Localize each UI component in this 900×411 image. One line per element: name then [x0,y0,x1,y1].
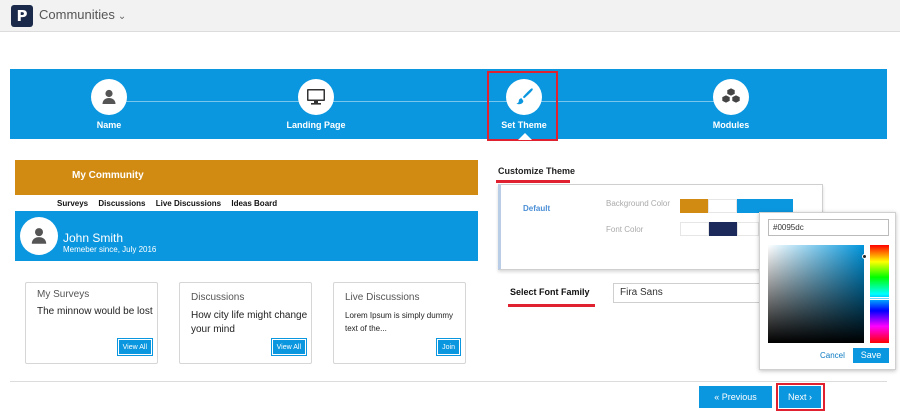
nav-link-live-discussions[interactable]: Live Discussions [156,199,221,208]
customize-theme-heading: Customize Theme [498,166,576,176]
theme-preset-default[interactable]: Default [523,204,550,213]
bg-swatch-blue[interactable] [737,199,793,213]
monitor-icon [307,89,325,105]
wizard-step-name[interactable]: Name [54,79,164,130]
app-title-label: Communities [39,7,115,22]
nav-link-surveys[interactable]: Surveys [57,199,88,208]
card-title: Live Discussions [345,292,420,303]
font-swatch-white-2[interactable] [737,222,759,236]
profile-member-since: Memeber since, July 2016 [63,245,157,254]
person-icon [31,228,47,244]
community-nav: Surveys Discussions Live Discussions Ide… [57,199,285,208]
cubes-icon [721,87,741,104]
active-step-highlight [487,71,558,141]
card-body: The minnow would be lost [37,306,153,317]
font-family-select[interactable]: Fira Sans [613,283,763,303]
app-title-dropdown[interactable]: Communities ⌄ [39,7,126,22]
nav-link-discussions[interactable]: Discussions [98,199,145,208]
active-step-caret [518,133,532,140]
wizard-step-label: Modules [712,120,750,130]
community-banner: My Community [15,160,478,195]
card-body: Lorem Ipsum is simply dummy text of the.… [345,311,454,333]
wizard-step-landing-page[interactable]: Landing Page [261,79,371,130]
step-circle [713,79,749,115]
next-button-highlight [776,383,825,411]
footer-divider [10,381,887,382]
nav-link-ideas-board[interactable]: Ideas Board [231,199,277,208]
previous-button[interactable]: « Previous [699,386,772,408]
hex-color-input[interactable]: #0095dc [768,219,889,236]
view-all-button[interactable]: View All [116,338,154,356]
join-button[interactable]: Join [436,338,461,356]
communities-wizard-page: P Communities ⌄ Name Landing Page Set Th… [0,0,900,411]
card-title: Discussions [191,292,245,303]
wizard-steps-band: Name Landing Page Set Theme Modules [10,69,887,139]
hue-slider[interactable] [869,245,890,343]
profile-bar: John Smith Memeber since, July 2016 [15,211,478,261]
select-font-family-label: Select Font Family [510,287,590,297]
view-all-button[interactable]: View All [270,338,308,356]
person-icon [102,89,116,104]
card-discussions: Discussions How city life might change y… [179,282,312,364]
community-name: My Community [72,170,144,181]
background-color-label: Background Color [606,199,671,208]
card-body: How city life might change your mind [191,310,308,335]
top-bar: P Communities ⌄ [0,0,900,32]
font-swatch-navy[interactable] [709,222,737,236]
step-circle [91,79,127,115]
font-family-underline [508,304,595,307]
app-logo[interactable]: P [11,5,33,27]
bg-swatch-white[interactable] [708,199,737,213]
card-title: My Surveys [37,289,90,300]
profile-user-name: John Smith [63,231,124,245]
bg-swatch-orange[interactable] [680,199,708,213]
wizard-step-label: Name [96,120,122,130]
color-picker-popover: #0095dc Cancel Save [759,212,896,370]
font-swatch-white[interactable] [680,222,709,236]
saturation-value-area[interactable] [768,245,867,343]
customize-theme-underline [496,180,570,183]
saturation-handle[interactable] [862,254,867,259]
avatar [20,217,58,255]
step-circle [298,79,334,115]
font-color-label: Font Color [606,225,644,234]
card-my-surveys: My Surveys The minnow would be lost View… [25,282,158,364]
picker-save-button[interactable]: Save [853,348,889,363]
wizard-connector-line [118,101,738,102]
picker-cancel-link[interactable]: Cancel [820,351,845,360]
wizard-step-label: Landing Page [286,120,346,130]
chevron-down-icon: ⌄ [117,11,127,22]
wizard-step-modules[interactable]: Modules [676,79,786,130]
hue-handle[interactable] [869,297,890,300]
card-live-discussions: Live Discussions Lorem Ipsum is simply d… [333,282,466,364]
